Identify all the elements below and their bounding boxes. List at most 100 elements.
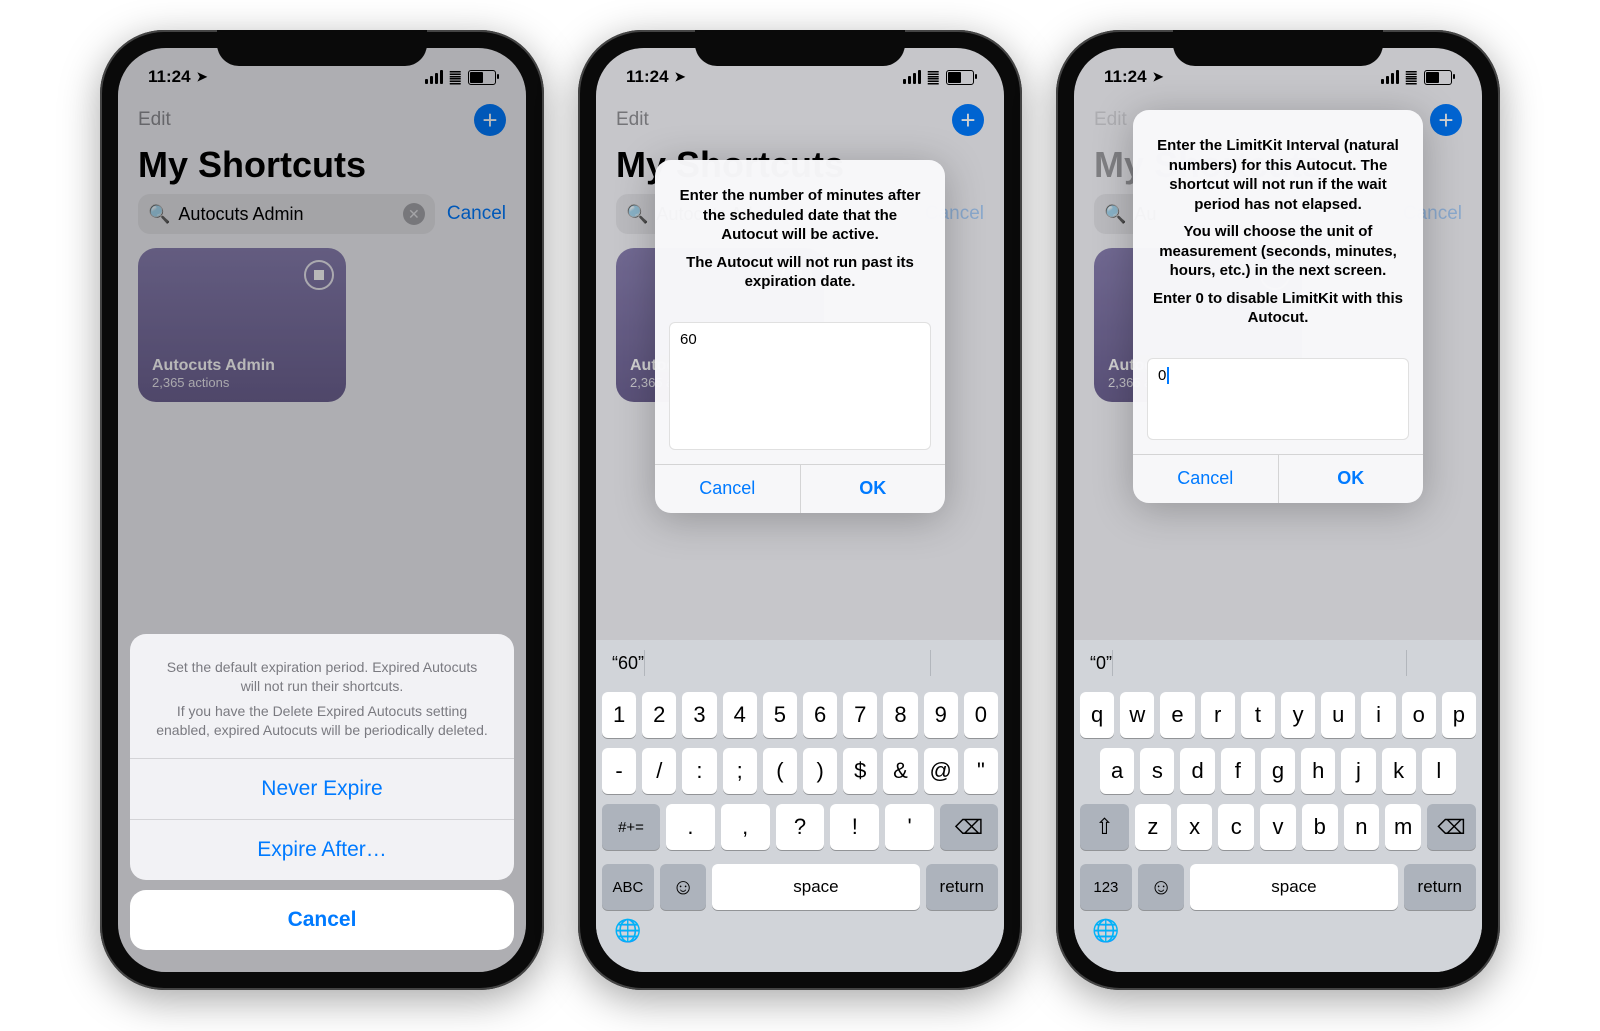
alert-input-value: 60 <box>680 331 697 348</box>
phone-3: 11:24 ➤ ䷀ Edit + My Shortcuts 🔍 Au <box>1056 30 1500 990</box>
alert-ok-button[interactable]: OK <box>1278 455 1424 503</box>
key[interactable]: i <box>1361 692 1395 738</box>
alert-dialog: Enter the LimitKit Interval (natural num… <box>1133 110 1423 503</box>
key[interactable]: ( <box>763 748 797 794</box>
key[interactable]: ? <box>776 804 825 850</box>
key[interactable]: d <box>1180 748 1214 794</box>
key[interactable]: y <box>1281 692 1315 738</box>
key[interactable]: c <box>1218 804 1254 850</box>
key[interactable]: u <box>1321 692 1355 738</box>
sheet-cancel-button[interactable]: Cancel <box>130 890 514 950</box>
never-expire-button[interactable]: Never Expire <box>130 758 514 819</box>
globe-icon[interactable]: 🌐 <box>1074 918 1482 972</box>
key[interactable]: p <box>1442 692 1476 738</box>
key[interactable]: k <box>1382 748 1416 794</box>
phone-1: 11:24 ➤ ䷀ Edit + My Shortcuts 🔍 Autocuts… <box>100 30 544 990</box>
key[interactable]: r <box>1201 692 1235 738</box>
key[interactable]: 9 <box>924 692 958 738</box>
key[interactable]: / <box>642 748 676 794</box>
phone-2: 11:24 ➤ ䷀ Edit + My Shortcuts 🔍 Autocuts… <box>578 30 1022 990</box>
key[interactable]: @ <box>924 748 958 794</box>
key[interactable]: 0 <box>964 692 998 738</box>
notch <box>1173 30 1383 66</box>
key[interactable]: q <box>1080 692 1114 738</box>
alert-cancel-button[interactable]: Cancel <box>1133 455 1278 503</box>
key[interactable]: ' <box>885 804 934 850</box>
key-emoji[interactable]: ☺ <box>1138 864 1185 910</box>
key[interactable]: 8 <box>883 692 917 738</box>
key[interactable]: b <box>1302 804 1338 850</box>
key[interactable]: l <box>1422 748 1456 794</box>
key[interactable]: z <box>1135 804 1171 850</box>
alert-ok-button[interactable]: OK <box>800 465 946 513</box>
quicktype-suggestion[interactable]: “60” <box>612 653 644 674</box>
alert-cancel-button[interactable]: Cancel <box>655 465 800 513</box>
expire-after-button[interactable]: Expire After… <box>130 819 514 880</box>
key[interactable]: ) <box>803 748 837 794</box>
key[interactable]: - <box>602 748 636 794</box>
key-return[interactable]: return <box>1404 864 1477 910</box>
key[interactable]: h <box>1301 748 1335 794</box>
keyboard-row: qwertyuiop <box>1080 692 1476 738</box>
alert-text-input[interactable]: 60 <box>669 322 931 450</box>
alert-text-input[interactable]: 0 <box>1147 358 1409 440</box>
key[interactable]: t <box>1241 692 1275 738</box>
keyboard: “0” qwertyuiop asdfghjkl ⇧ zxcvbnm ⌫ <box>1074 640 1482 972</box>
keyboard: “60” 1234567890 -/:;()$&@" #+= .,?!' ⌫ <box>596 640 1004 972</box>
key[interactable]: e <box>1160 692 1194 738</box>
quicktype-divider <box>930 650 931 676</box>
key[interactable]: v <box>1260 804 1296 850</box>
key[interactable]: 5 <box>763 692 797 738</box>
keyboard-row: asdfghjkl <box>1080 748 1476 794</box>
key-abc[interactable]: ABC <box>602 864 654 910</box>
key[interactable]: : <box>682 748 716 794</box>
keyboard-row: zxcvbnm <box>1135 804 1421 850</box>
key[interactable]: o <box>1402 692 1436 738</box>
key-space[interactable]: space <box>712 864 919 910</box>
key-emoji[interactable]: ☺ <box>660 864 707 910</box>
key-return[interactable]: return <box>926 864 999 910</box>
key-delete[interactable]: ⌫ <box>940 804 998 850</box>
key[interactable]: 6 <box>803 692 837 738</box>
key[interactable]: g <box>1261 748 1295 794</box>
key[interactable]: ; <box>723 748 757 794</box>
quicktype-divider <box>1112 650 1113 676</box>
notch <box>695 30 905 66</box>
key[interactable]: 1 <box>602 692 636 738</box>
keyboard-row: .,?!' <box>666 804 934 850</box>
key[interactable]: 7 <box>843 692 877 738</box>
alert-input-value: 0 <box>1158 367 1169 384</box>
action-sheet: Set the default expiration period. Expir… <box>130 634 514 950</box>
key-mode-toggle[interactable]: 123 <box>1080 864 1132 910</box>
key[interactable]: " <box>964 748 998 794</box>
notch <box>217 30 427 66</box>
key[interactable]: ! <box>830 804 879 850</box>
sheet-message: Set the default expiration period. Expir… <box>130 634 514 758</box>
quicktype-suggestion[interactable]: “0” <box>1090 653 1112 674</box>
key[interactable]: x <box>1177 804 1213 850</box>
key[interactable]: & <box>883 748 917 794</box>
globe-icon[interactable]: 🌐 <box>596 918 1004 972</box>
key-delete[interactable]: ⌫ <box>1427 804 1476 850</box>
key[interactable]: f <box>1221 748 1255 794</box>
keyboard-row: 1234567890 <box>602 692 998 738</box>
key[interactable]: n <box>1344 804 1380 850</box>
key[interactable]: 2 <box>642 692 676 738</box>
key[interactable]: $ <box>843 748 877 794</box>
key[interactable]: , <box>721 804 770 850</box>
sheet-message-line: Set the default expiration period. Expir… <box>156 658 488 696</box>
key[interactable]: m <box>1385 804 1421 850</box>
key[interactable]: a <box>1100 748 1134 794</box>
key[interactable]: w <box>1120 692 1154 738</box>
key[interactable]: . <box>666 804 715 850</box>
key[interactable]: 4 <box>723 692 757 738</box>
key[interactable]: 3 <box>682 692 716 738</box>
alert-text: Enter the LimitKit Interval (natural num… <box>1151 136 1405 214</box>
key-symbol-toggle[interactable]: #+= <box>602 804 660 850</box>
alert-text: The Autocut will not run past its expira… <box>673 253 927 292</box>
key[interactable]: s <box>1140 748 1174 794</box>
quicktype-divider <box>1406 650 1407 676</box>
key-shift[interactable]: ⇧ <box>1080 804 1129 850</box>
key-space[interactable]: space <box>1190 864 1397 910</box>
key[interactable]: j <box>1341 748 1375 794</box>
